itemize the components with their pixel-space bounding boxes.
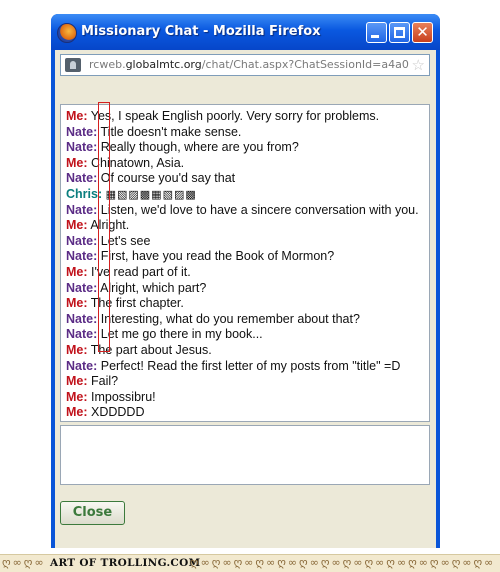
chat-message: Nate: Of course you'd say that [66,171,429,187]
chat-message: Nate: Alright, which part? [66,281,429,297]
maximize-icon [394,27,405,38]
chat-message: Me: Alright. [66,218,429,234]
chat-message: Me: The part about Jesus. [66,343,429,359]
message-text: Title doesn't make sense. [100,124,242,139]
chat-message: Me: Fail? [66,374,429,390]
first-letter-highlight-box [98,102,110,352]
chat-message: Me: The first chapter. [66,296,429,312]
chat-message: Nate: First, have you read the Book of M… [66,249,429,265]
url-text: rcweb.globalmtc.org/chat/Chat.aspx?ChatS… [89,58,409,71]
chat-log[interactable]: Me: Yes, I speak English poorly. Very so… [60,104,430,422]
message-speaker: Nate: [66,124,98,139]
chat-message: Nate: Title doesn't make sense. [66,125,429,141]
url-domain: globalmtc.org [125,58,202,71]
maximize-button[interactable] [389,22,410,43]
message-text: Of course you'd say that [100,171,236,186]
title-bar[interactable]: Missionary Chat - Mozilla Firefox ✕ [51,14,440,50]
message-speaker: Chris: [66,186,103,201]
minimize-button[interactable] [366,22,387,43]
chat-message: Nate: Let's see [66,234,429,250]
message-text: Fail? [91,374,119,389]
chat-message: Nate: Let me go there in my book... [66,327,429,343]
close-icon: ✕ [416,23,429,41]
message-speaker: Me: [66,296,88,311]
message-text: ▦▧▨▩▦▧▨▩ [105,187,197,201]
message-text: XDDDDD [91,405,145,420]
chat-message: Nate: Really though, where are you from? [66,140,429,156]
message-speaker: Me: [66,109,88,123]
chat-message: Me: I've read part of it. [66,265,429,281]
message-speaker: Nate: [66,280,98,295]
message-input[interactable] [60,425,430,485]
chat-message: Nate: Perfect! Read the first letter of … [66,359,429,375]
message-speaker: Nate: [66,327,98,342]
footer-ornament-right: ღ∞ღ∞ღ∞ღ∞ღ∞ღ∞ღ∞ღ∞ღ∞ღ∞ღ∞ღ∞ღ∞ღ∞ [190,556,496,569]
message-speaker: Nate: [66,358,98,373]
chat-message: Me: Yes, I speak English poorly. Very so… [66,109,429,125]
message-speaker: Nate: [66,202,98,217]
message-text: First, have you read the Book of Mormon? [100,249,335,264]
message-speaker: Nate: [66,311,98,326]
message-speaker: Me: [66,342,88,357]
site-favicon-icon [65,58,81,72]
message-speaker: Nate: [66,140,98,155]
chat-message: Me: Chinatown, Asia. [66,156,429,172]
firefox-icon [57,23,77,43]
message-text: Listen, we'd love to have a sincere conv… [100,202,419,217]
message-text: Really though, where are you from? [100,140,299,155]
footer-ornament-left: ღ∞ღ∞ [2,556,46,569]
bookmark-star-icon[interactable]: ☆ [412,56,425,74]
window-title: Missionary Chat - Mozilla Firefox [81,24,321,39]
chat-message: Me: Impossibru! [66,390,429,406]
chat-message: Nate: Listen, we'd love to have a sincer… [66,203,429,219]
message-speaker: Me: [66,264,88,279]
message-speaker: Nate: [66,249,98,264]
message-text: Alright, which part? [100,280,207,295]
message-speaker: Me: [66,389,88,404]
message-speaker: Me: [66,405,88,420]
address-bar[interactable]: rcweb.globalmtc.org/chat/Chat.aspx?ChatS… [60,54,430,76]
url-prefix: rcweb. [89,58,126,71]
message-text: Interesting, what do you remember about … [100,311,360,326]
message-text: Impossibru! [91,389,156,404]
window-client-area: rcweb.globalmtc.org/chat/Chat.aspx?ChatS… [55,50,436,548]
minimize-icon [371,35,379,38]
chat-message: Me: XDDDDD [66,405,429,421]
message-speaker: Me: [66,374,88,389]
browser-window: Missionary Chat - Mozilla Firefox ✕ rcwe… [51,14,440,548]
message-text: Yes, I speak English poorly. Very sorry … [90,109,380,123]
message-text: Perfect! Read the first letter of my pos… [100,358,401,373]
message-speaker: Nate: [66,233,98,248]
url-path: /chat/Chat.aspx?ChatSessionId=a4a08368-b… [201,58,409,71]
watermark-footer: ღ∞ღ∞ ART OF TROLLING.COM ღ∞ღ∞ღ∞ღ∞ღ∞ღ∞ღ∞ღ… [0,554,500,572]
chat-message: Chris: ▦▧▨▩▦▧▨▩ [66,187,429,203]
message-speaker: Nate: [66,171,98,186]
message-speaker: Me: [66,155,88,170]
chat-message: Nate: Interesting, what do you remember … [66,312,429,328]
close-button[interactable]: Close [60,501,125,525]
footer-brand: ART OF TROLLING.COM [50,557,201,569]
message-speaker: Me: [66,218,88,233]
close-window-button[interactable]: ✕ [412,22,433,43]
message-text: Let me go there in my book... [100,327,263,342]
